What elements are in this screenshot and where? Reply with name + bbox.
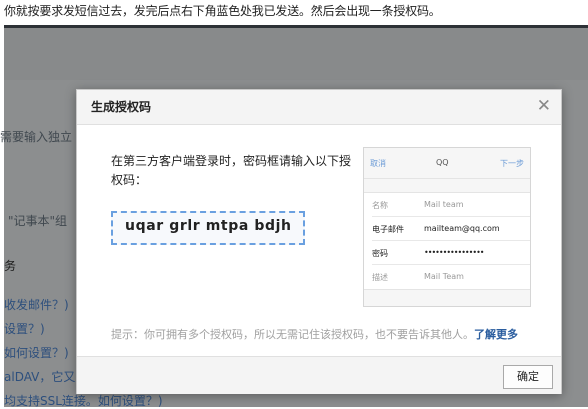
phone-form: 名称 Mail team 电子邮件 mailteam@qq.com 密码 •••… (364, 192, 530, 290)
tip-text: 提示：你可拥有多个授权码，所以无需记住该授权码，也不要告诉其他人。了解更多 (111, 326, 518, 342)
phone-row-email: 电子邮件 mailteam@qq.com (364, 217, 530, 241)
background-heading: 务 (4, 259, 17, 273)
row-value: mailteam@qq.com (424, 224, 500, 233)
background-link[interactable]: 设置？) (4, 320, 45, 337)
row-label: 名称 (372, 201, 388, 210)
dialog-footer: 确定 (77, 356, 561, 394)
learn-more-link[interactable]: 了解更多 (474, 328, 518, 341)
background-text: 需要输入独立 (0, 130, 73, 144)
phone-row-description: 描述 Mail Team (364, 265, 530, 289)
dialog-header: 生成授权码 ✕ (77, 90, 561, 125)
row-label: 密码 (372, 249, 388, 258)
dialog-title: 生成授权码 (91, 100, 152, 114)
instruction-text: 你就按要求发短信过去，发完后点右下角蓝色处我已发送。然后会出现一条授权码。 (4, 4, 441, 18)
background-text: "记事本"组 (8, 214, 68, 228)
auth-code-box: uqar grlr mtpa bdjh (111, 211, 305, 245)
row-value: Mail team (424, 200, 464, 209)
row-label: 描述 (372, 273, 388, 282)
generate-auth-code-dialog: 生成授权码 ✕ 在第三方客户端登录时，密码框请输入以下授权码： uqar grl… (76, 89, 562, 394)
phone-row-name: 名称 Mail team (364, 193, 530, 217)
phone-illustration: 取消 QQ 下一步 名称 Mail team 电子邮件 mailteam@qq.… (363, 147, 531, 307)
phone-title: QQ (436, 158, 449, 167)
close-icon[interactable]: ✕ (537, 96, 551, 116)
ok-button[interactable]: 确定 (503, 365, 553, 389)
row-value: •••••••••••••••• (424, 248, 484, 257)
background-link[interactable]: alDAV，它又是 (4, 368, 87, 385)
phone-row-password: 密码 •••••••••••••••• (364, 241, 530, 265)
auth-code: uqar grlr mtpa bdjh (125, 218, 292, 234)
row-label: 电子邮件 (372, 225, 404, 234)
auth-code-prompt: 在第三方客户端登录时，密码框请输入以下授权码： (111, 154, 352, 187)
phone-next-label: 下一步 (500, 159, 524, 168)
phone-navbar: 取消 QQ 下一步 (364, 148, 530, 179)
background-link[interactable]: 如何设置？) (4, 344, 69, 361)
row-value: Mail Team (424, 272, 464, 281)
tip-message: 提示：你可拥有多个授权码，所以无需记住该授权码，也不要告诉其他人。 (111, 328, 474, 341)
phone-cancel-label: 取消 (370, 159, 386, 168)
background-link[interactable]: 均支持SSL连接。如何设置？) (4, 392, 163, 409)
background-link[interactable]: 收发邮件？) (4, 296, 69, 313)
